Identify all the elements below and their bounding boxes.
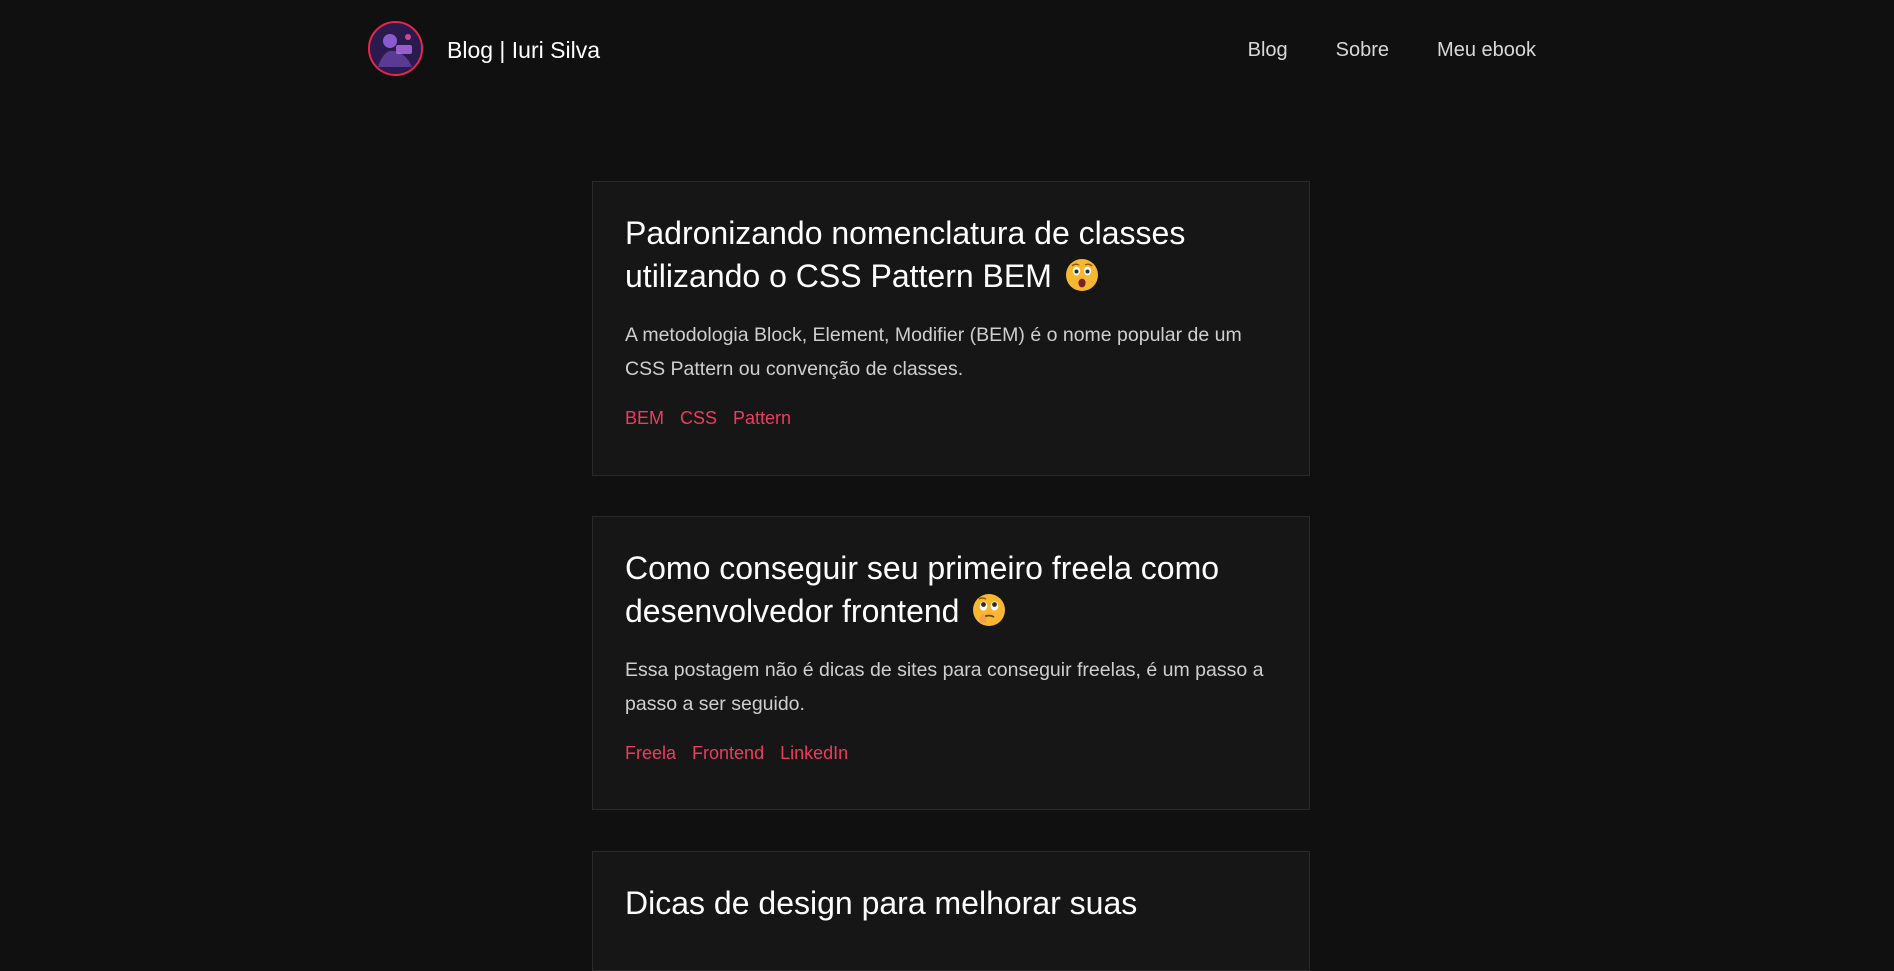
nav-link-sobre[interactable]: Sobre — [1336, 38, 1389, 62]
tag-link[interactable]: BEM — [625, 407, 664, 429]
post-card[interactable]: Como conseguir seu primeiro freela como … — [592, 516, 1310, 810]
post-title[interactable]: Como conseguir seu primeiro freela como … — [625, 517, 1277, 633]
site-title[interactable]: Blog | Iuri Silva — [447, 36, 600, 64]
nav-link-meu-ebook[interactable]: Meu ebook — [1437, 38, 1536, 62]
face-holding-back-tears-icon — [973, 594, 1006, 626]
post-title[interactable]: Dicas de design para melhorar suas — [625, 852, 1277, 925]
tag-link[interactable]: LinkedIn — [780, 742, 848, 764]
nav-link-blog[interactable]: Blog — [1248, 38, 1288, 62]
post-excerpt: A metodologia Block, Element, Modifier (… — [625, 324, 1242, 380]
tag-link[interactable]: Frontend — [692, 742, 764, 764]
astonished-face-icon — [1065, 259, 1098, 291]
post-title[interactable]: Padronizando nomenclatura de classes uti… — [625, 182, 1277, 298]
avatar-image — [370, 23, 421, 74]
main-nav: Blog Sobre Meu ebook — [1248, 38, 1536, 62]
tag-link[interactable]: Pattern — [733, 407, 791, 429]
post-tags: BEM CSS Pattern — [625, 407, 1277, 429]
avatar[interactable] — [368, 21, 423, 76]
site-header: Blog | Iuri Silva Blog Sobre Meu ebook — [0, 0, 1894, 98]
post-tags: Freela Frontend LinkedIn — [625, 742, 1277, 764]
tag-link[interactable]: CSS — [680, 407, 717, 429]
post-excerpt: Essa postagem não é dicas de sites para … — [625, 659, 1264, 715]
post-card[interactable]: Dicas de design para melhorar suas — [592, 851, 1310, 971]
tag-link[interactable]: Freela — [625, 742, 676, 764]
post-card[interactable]: Padronizando nomenclatura de classes uti… — [592, 181, 1310, 476]
